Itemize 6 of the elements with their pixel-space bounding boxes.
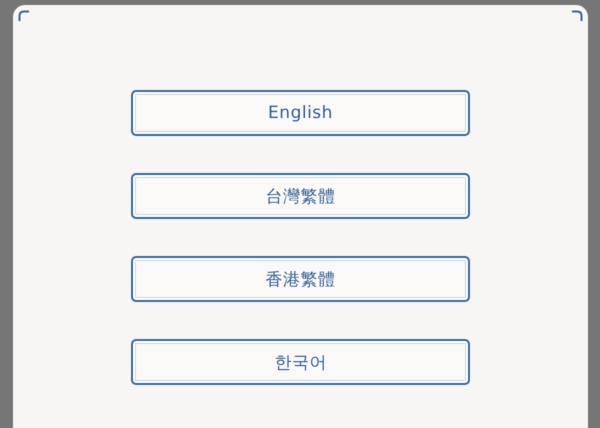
language-button[interactable]: 한국어 [131,339,470,385]
corner-bracket-icon [571,10,583,22]
language-button[interactable]: 香港繁體 [131,256,470,302]
corner-bracket-icon [18,10,30,22]
language-button[interactable]: 台灣繁體 [131,173,470,219]
language-button[interactable]: English [131,90,470,136]
